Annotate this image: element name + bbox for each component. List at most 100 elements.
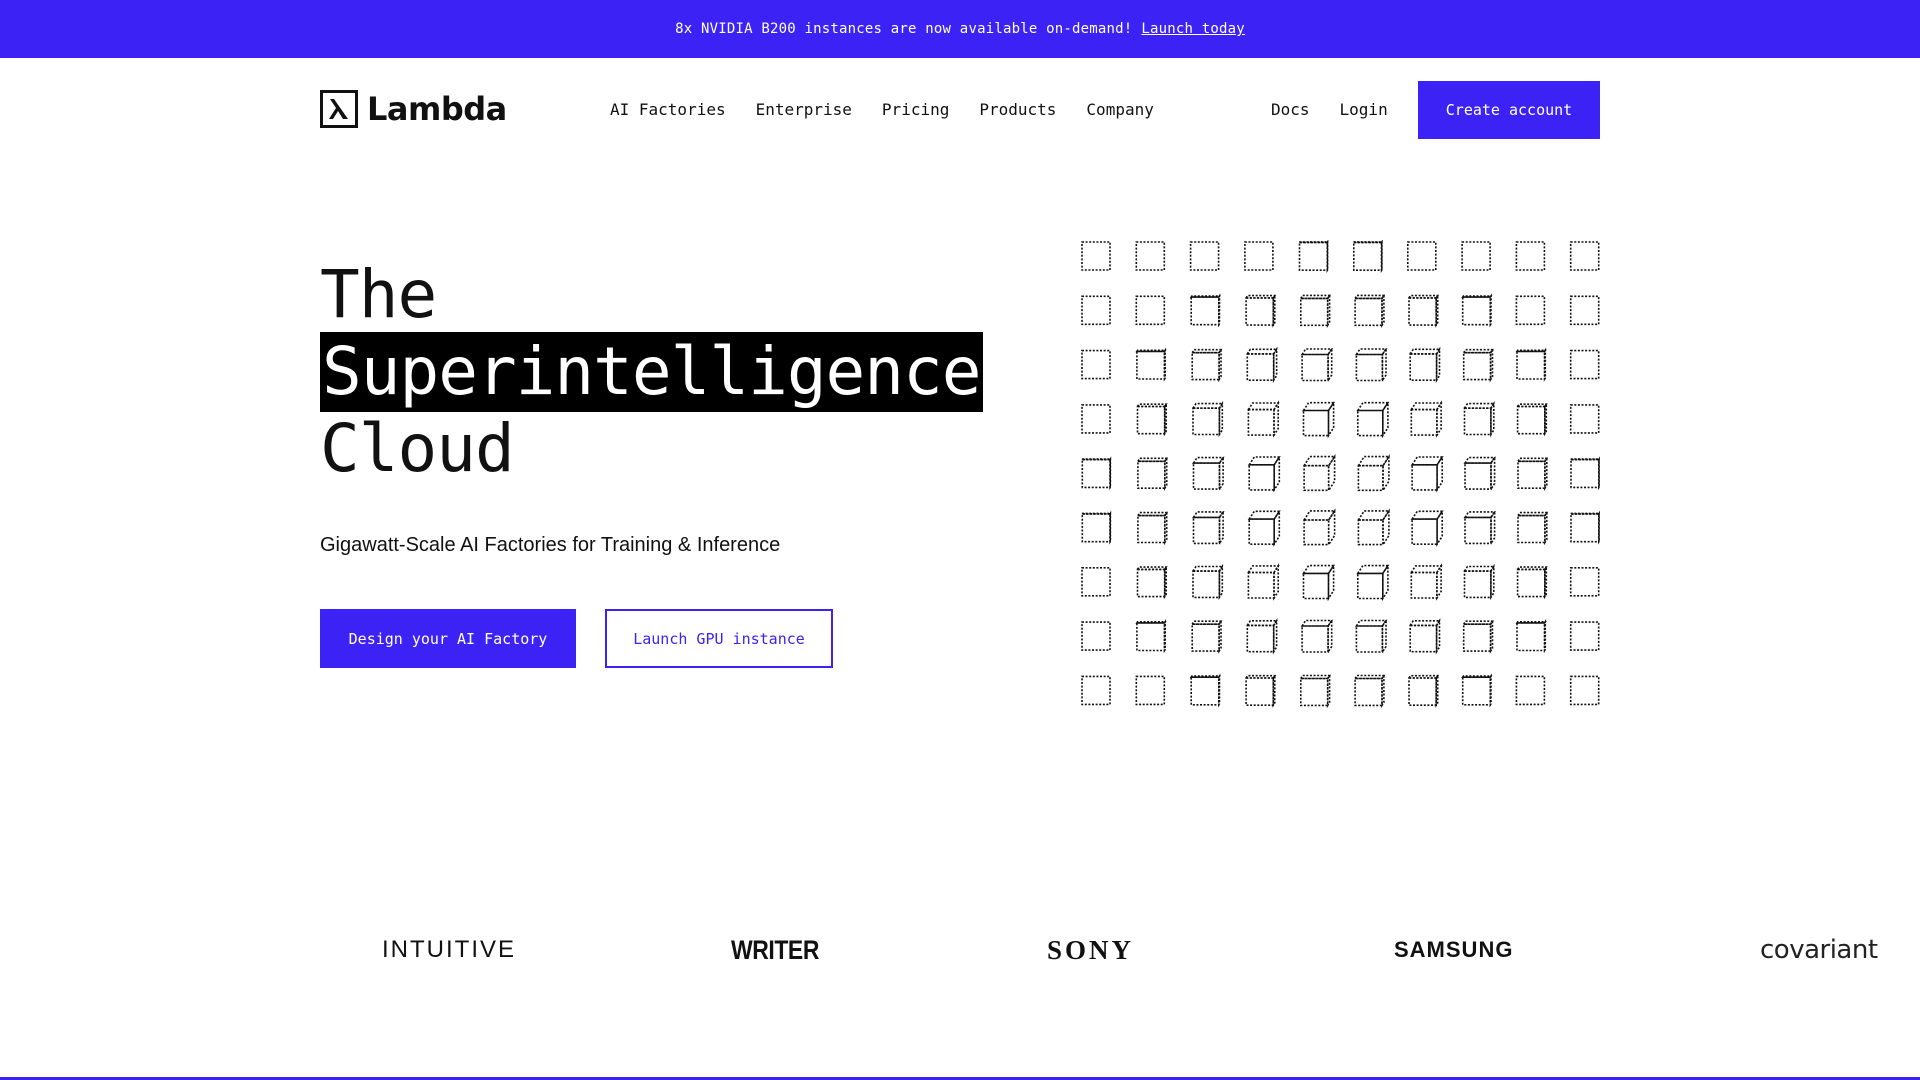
cube-cell (1081, 675, 1111, 706)
cube-cell (1081, 621, 1111, 651)
nav-enterprise[interactable]: Enterprise (756, 100, 852, 119)
cube-cell (1569, 621, 1600, 651)
cube-cell (1463, 509, 1497, 547)
cube-cell (1515, 241, 1546, 271)
cube-cell (1516, 401, 1548, 437)
cube-cell (1302, 400, 1336, 439)
cube-cell (1080, 456, 1112, 491)
cube-cell (1515, 675, 1546, 706)
cube-cell (1081, 566, 1111, 597)
cube-cell (1407, 673, 1440, 708)
cube-cell (1192, 509, 1225, 547)
cube-cell (1302, 453, 1337, 493)
hero-subtitle: Gigawatt-Scale AI Factories for Training… (320, 534, 781, 556)
hero-title: The Superintelligence Cloud (320, 258, 983, 486)
cube-cell (1356, 562, 1390, 602)
design-ai-factory-button[interactable]: Design your AI Factory (320, 609, 576, 668)
cube-cell (1354, 346, 1388, 384)
cube-cell (1136, 509, 1169, 546)
cube-cell (1189, 673, 1221, 708)
cube-cell (1190, 618, 1223, 654)
hero-title-line-3: Cloud (320, 410, 515, 487)
launch-gpu-instance-button[interactable]: Launch GPU instance (605, 609, 833, 668)
top-navigation: Lambda AI Factories Enterprise Pricing P… (0, 58, 1920, 162)
cube-cell (1135, 347, 1167, 382)
cube-cell (1191, 563, 1224, 601)
hero-title-line-1: The (320, 256, 437, 333)
cube-cell (1516, 564, 1548, 600)
cube-cell (1135, 619, 1167, 654)
cube-cell (1300, 346, 1334, 384)
cube-cell (1463, 454, 1497, 492)
cube-cell (1192, 454, 1225, 492)
cube-cell (1409, 563, 1443, 601)
cube-cell (1463, 400, 1496, 438)
cube-cell (1515, 295, 1546, 326)
primary-nav: AI Factories Enterprise Pricing Products… (610, 100, 1154, 119)
nav-ai-factories[interactable]: AI Factories (610, 100, 726, 119)
nav-pricing[interactable]: Pricing (882, 100, 949, 119)
cube-cell (1408, 618, 1441, 655)
nav-company[interactable]: Company (1086, 100, 1153, 119)
cube-cell (1245, 346, 1279, 383)
cube-cell (1461, 673, 1493, 708)
cube-cell (1247, 454, 1281, 493)
cube-cell (1352, 240, 1384, 274)
cube-cell (1081, 349, 1111, 380)
launch-today-link[interactable]: Launch today (1141, 21, 1245, 37)
nav-products[interactable]: Products (979, 100, 1056, 119)
cube-cell (1081, 295, 1111, 326)
hero-title-highlight: Superintelligence (320, 332, 983, 412)
cube-cell (1569, 295, 1600, 326)
cube-cell (1300, 617, 1334, 655)
cube-cell (1244, 292, 1277, 328)
cube-cell (1245, 618, 1279, 655)
cube-cell (1356, 453, 1391, 493)
cube-cell (1462, 346, 1494, 383)
cube-cell (1569, 675, 1600, 706)
cube-cell (1406, 241, 1437, 271)
cube-cell (1569, 566, 1600, 597)
cube-cell (1298, 240, 1330, 274)
cube-cell (1136, 564, 1168, 600)
cube-cell (1569, 456, 1601, 491)
cube-cell (1407, 292, 1440, 328)
cube-cell (1302, 508, 1337, 548)
cube-cell (1244, 241, 1274, 271)
login-link[interactable]: Login (1340, 100, 1388, 119)
intuitive-logo: INTUITIVE (382, 936, 517, 963)
cube-cell (1135, 241, 1166, 271)
cube-cell (1515, 347, 1547, 382)
cube-cell (1356, 508, 1391, 548)
cube-cell (1463, 563, 1496, 601)
docs-link[interactable]: Docs (1271, 100, 1310, 119)
cube-cell (1190, 346, 1223, 383)
cube-cell (1353, 292, 1386, 329)
cube-cell (1246, 400, 1280, 438)
cube-cell (1080, 510, 1112, 545)
cube-cell (1246, 563, 1280, 601)
cube-cell (1569, 404, 1600, 434)
cube-cell (1135, 675, 1166, 706)
cube-cell (1247, 508, 1281, 547)
cube-grid-illustration (1080, 240, 1601, 709)
cube-cell (1516, 509, 1549, 546)
cube-cell (1302, 562, 1336, 602)
cube-cell (1191, 400, 1224, 438)
cube-cell (1569, 349, 1600, 380)
cube-cell (1410, 508, 1444, 547)
cube-cell (1461, 293, 1493, 328)
cube-cell (1189, 293, 1221, 328)
create-account-button[interactable]: Create account (1418, 81, 1600, 139)
cube-cell (1569, 241, 1600, 271)
secondary-nav: Docs Login (1271, 100, 1388, 119)
cube-cell (1189, 241, 1220, 271)
cube-cell (1461, 241, 1491, 271)
cube-cell (1353, 672, 1386, 709)
customer-logos: INTUITIVE WRITER SONY SAMSUNG covariant (0, 920, 1920, 980)
logo-text: Lambda (367, 90, 507, 128)
covariant-logo: covariant (1760, 935, 1878, 965)
cube-cell (1569, 510, 1601, 545)
lambda-logo[interactable]: Lambda (320, 90, 507, 128)
cube-cell (1299, 292, 1332, 329)
